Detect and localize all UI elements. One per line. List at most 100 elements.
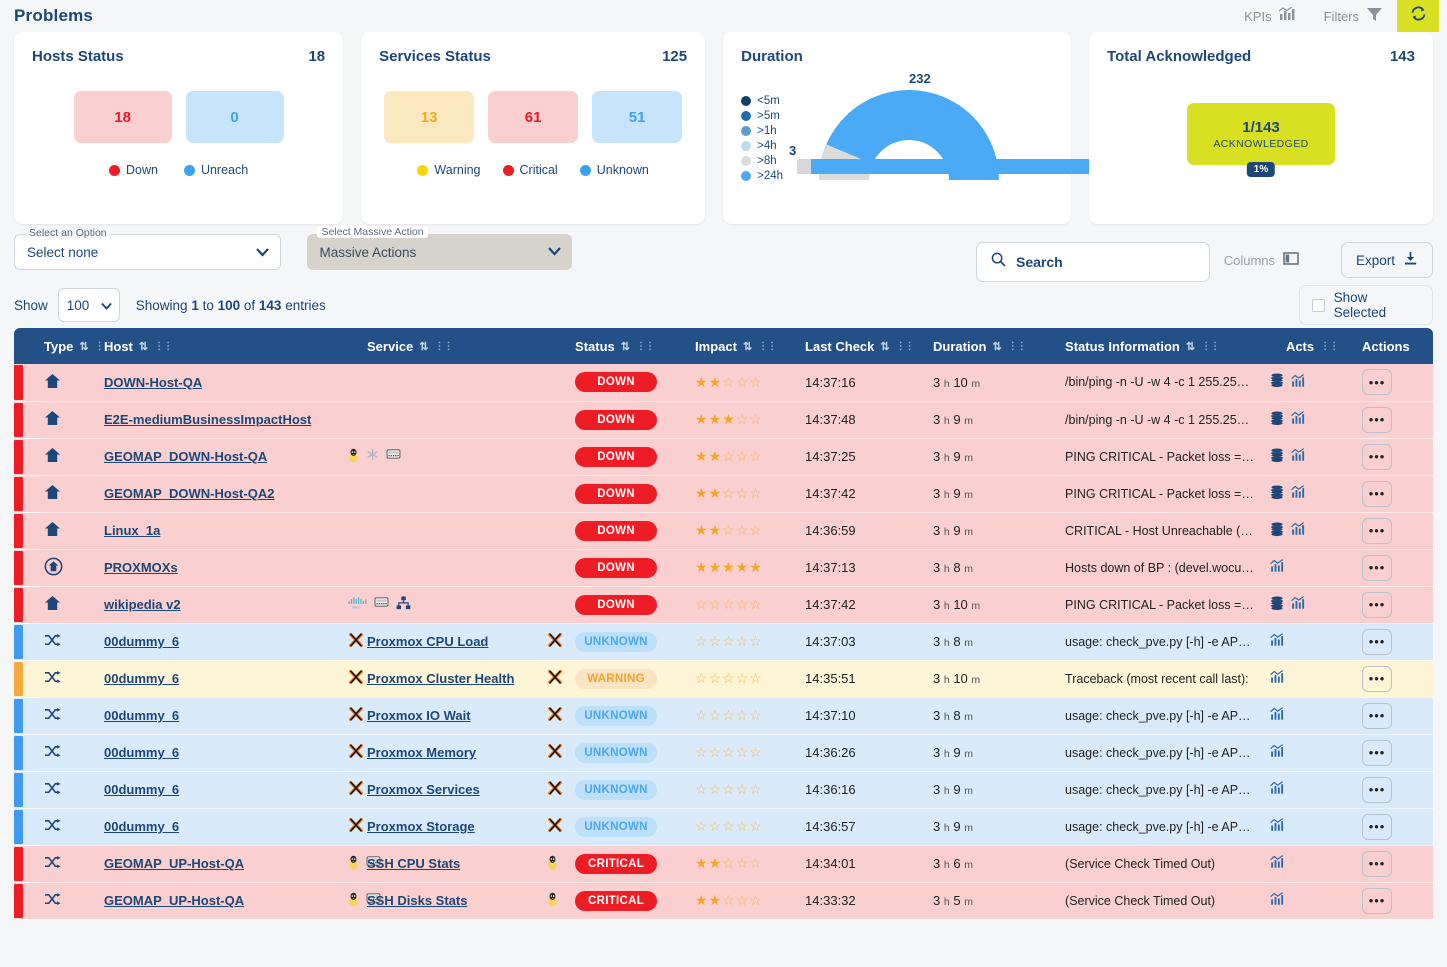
show-selected-button[interactable]: Show Selected bbox=[1299, 285, 1433, 325]
column-grip[interactable]: ⋮⋮ bbox=[636, 341, 655, 352]
host-link[interactable]: DOWN-Host-QA bbox=[104, 375, 202, 390]
row-actions-button[interactable]: ••• bbox=[1362, 406, 1393, 433]
page-size-select[interactable]: 100 bbox=[57, 288, 120, 322]
sort-icon[interactable]: ⇅ bbox=[1186, 340, 1195, 353]
row-actions-button[interactable]: ••• bbox=[1362, 665, 1393, 692]
status-badge[interactable]: DOWN bbox=[575, 520, 658, 541]
table-row[interactable]: wikipedia v2 cisco DOWN ☆☆☆☆☆ 14:37:42 3 h 10… bbox=[14, 586, 1434, 623]
status-badge[interactable]: UNKNOWN bbox=[575, 631, 658, 652]
services-warning-tile[interactable]: 13 bbox=[384, 91, 475, 143]
service-link[interactable]: Proxmox IO Wait bbox=[367, 708, 471, 723]
row-actions-button[interactable]: ••• bbox=[1362, 591, 1393, 618]
host-link[interactable]: 00dummy_6 bbox=[104, 671, 179, 686]
host-link[interactable]: GEOMAP_DOWN-Host-QA bbox=[104, 449, 267, 464]
duration-legend-item[interactable]: >4h bbox=[741, 140, 783, 152]
row-actions-button[interactable]: ••• bbox=[1362, 628, 1393, 655]
log-icon[interactable] bbox=[1270, 373, 1284, 391]
status-badge[interactable]: UNKNOWN bbox=[575, 779, 658, 800]
table-row[interactable]: 00dummy_6 Proxmox CPU Load UNKNOWN ☆☆☆☆☆ 14:… bbox=[14, 623, 1434, 660]
service-link[interactable]: SSH Disks Stats bbox=[367, 893, 467, 908]
row-actions-button[interactable]: ••• bbox=[1362, 369, 1393, 396]
sort-icon[interactable]: ⇅ bbox=[621, 340, 630, 353]
host-link[interactable]: GEOMAP_UP-Host-QA bbox=[104, 893, 244, 908]
table-row[interactable]: GEOMAP_DOWN-Host-QA2 DOWN ★★☆☆☆ 14:37:42 3 h… bbox=[14, 475, 1434, 512]
refresh-button[interactable] bbox=[1397, 0, 1439, 32]
column-grip[interactable]: ⋮⋮ bbox=[154, 341, 173, 352]
graph-icon[interactable] bbox=[1270, 670, 1285, 687]
duration-legend-item[interactable]: >24h bbox=[741, 170, 783, 182]
search-input[interactable]: Search bbox=[976, 242, 1210, 282]
status-badge[interactable]: DOWN bbox=[575, 483, 658, 504]
sort-icon[interactable]: ⇅ bbox=[79, 340, 88, 353]
row-actions-button[interactable]: ••• bbox=[1362, 517, 1393, 544]
duration-legend-item[interactable]: <5m bbox=[741, 95, 783, 107]
show-selected-checkbox[interactable] bbox=[1312, 298, 1325, 312]
hosts-unreach-tile[interactable]: 0 bbox=[185, 91, 284, 143]
row-actions-button[interactable]: ••• bbox=[1362, 702, 1393, 729]
graph-icon[interactable] bbox=[1291, 596, 1306, 613]
status-badge[interactable]: WARNING bbox=[575, 668, 658, 689]
log-icon[interactable] bbox=[1270, 596, 1284, 614]
table-row[interactable]: 00dummy_6 Proxmox Services UNKNOWN ☆☆☆☆☆ 14:… bbox=[14, 771, 1434, 808]
row-actions-button[interactable]: ••• bbox=[1362, 813, 1393, 840]
hosts-down-tile[interactable]: 18 bbox=[73, 91, 172, 143]
service-link[interactable]: Proxmox CPU Load bbox=[367, 634, 488, 649]
select-an-option[interactable]: Select an Option Select none bbox=[14, 227, 281, 270]
services-unknown-tile[interactable]: 51 bbox=[592, 91, 683, 143]
status-badge[interactable]: CRITICAL bbox=[575, 890, 658, 911]
host-link[interactable]: 00dummy_6 bbox=[104, 745, 179, 760]
graph-icon[interactable] bbox=[1270, 707, 1285, 724]
column-grip[interactable]: ⋮⋮ bbox=[1320, 341, 1339, 352]
duration-legend-item[interactable]: >8h bbox=[741, 155, 783, 167]
host-link[interactable]: PROXMOXs bbox=[104, 560, 178, 575]
graph-icon[interactable] bbox=[1270, 559, 1285, 576]
row-actions-button[interactable]: ••• bbox=[1362, 887, 1393, 914]
graph-icon[interactable] bbox=[1270, 781, 1285, 798]
graph-icon[interactable] bbox=[1270, 892, 1285, 909]
kpis-button[interactable]: KPIs bbox=[1230, 0, 1309, 32]
duration-legend-item[interactable]: >1h bbox=[741, 125, 783, 137]
host-link[interactable]: 00dummy_6 bbox=[104, 708, 179, 723]
status-badge[interactable]: UNKNOWN bbox=[575, 705, 658, 726]
status-badge[interactable]: CRITICAL bbox=[575, 853, 658, 874]
graph-icon[interactable] bbox=[1291, 373, 1306, 391]
service-link[interactable]: Proxmox Cluster Health bbox=[367, 671, 514, 686]
host-link[interactable]: GEOMAP_DOWN-Host-QA2 bbox=[104, 486, 274, 501]
table-row[interactable]: PROXMOXs DOWN ★★★★★ 14:37:13 3 h 8 m Hosts do… bbox=[14, 549, 1434, 586]
th-last-check[interactable]: Last Check ⇅ ⋮⋮ bbox=[801, 328, 930, 364]
th-type[interactable]: Type ⇅ ⋮⋮ bbox=[40, 328, 114, 364]
host-link[interactable]: E2E-mediumBusinessImpactHost bbox=[104, 412, 311, 427]
host-link[interactable]: 00dummy_6 bbox=[104, 782, 179, 797]
service-link[interactable]: Proxmox Services bbox=[367, 782, 480, 797]
row-actions-button[interactable]: ••• bbox=[1362, 739, 1393, 766]
graph-icon[interactable] bbox=[1291, 522, 1306, 539]
table-row[interactable]: 00dummy_6 Proxmox IO Wait UNKNOWN ☆☆☆☆☆ 14:3… bbox=[14, 697, 1434, 734]
th-status-information[interactable]: Status Information ⇅ ⋮⋮ bbox=[1061, 328, 1267, 364]
sort-icon[interactable]: ⇅ bbox=[743, 340, 752, 353]
row-actions-button[interactable]: ••• bbox=[1362, 443, 1393, 470]
row-actions-button[interactable]: ••• bbox=[1362, 850, 1393, 877]
column-grip[interactable]: ⋮⋮ bbox=[435, 341, 454, 352]
service-link[interactable]: Proxmox Memory bbox=[367, 745, 476, 760]
duration-legend-item[interactable]: >5m bbox=[741, 110, 783, 122]
graph-icon[interactable] bbox=[1291, 448, 1306, 465]
graph-icon[interactable] bbox=[1270, 633, 1285, 650]
table-row[interactable]: 00dummy_6 Proxmox Memory UNKNOWN ☆☆☆☆☆ 14:36… bbox=[14, 734, 1434, 771]
th-impact[interactable]: Impact ⇅ ⋮⋮ bbox=[691, 328, 802, 364]
column-grip[interactable]: ⋮⋮ bbox=[758, 341, 777, 352]
service-link[interactable]: SSH CPU Stats bbox=[367, 856, 460, 871]
services-critical-tile[interactable]: 61 bbox=[488, 91, 579, 143]
table-row[interactable]: Linux_1a DOWN ★★☆☆☆ 14:36:59 3 h 9 m CRITICAL… bbox=[14, 512, 1434, 549]
log-icon[interactable] bbox=[1270, 522, 1284, 540]
select-massive-action[interactable]: Select Massive Action Massive Actions bbox=[307, 226, 573, 270]
row-actions-button[interactable]: ••• bbox=[1362, 480, 1393, 507]
host-link[interactable]: Linux_1a bbox=[104, 523, 160, 538]
log-icon[interactable] bbox=[1270, 485, 1284, 503]
graph-icon[interactable] bbox=[1291, 485, 1306, 502]
graph-icon[interactable] bbox=[1291, 411, 1306, 428]
sort-icon[interactable]: ⇅ bbox=[139, 340, 148, 353]
export-button[interactable]: Export bbox=[1341, 242, 1433, 278]
graph-icon[interactable] bbox=[1270, 744, 1285, 761]
host-link[interactable]: GEOMAP_UP-Host-QA bbox=[104, 856, 244, 871]
row-actions-button[interactable]: ••• bbox=[1362, 554, 1393, 581]
